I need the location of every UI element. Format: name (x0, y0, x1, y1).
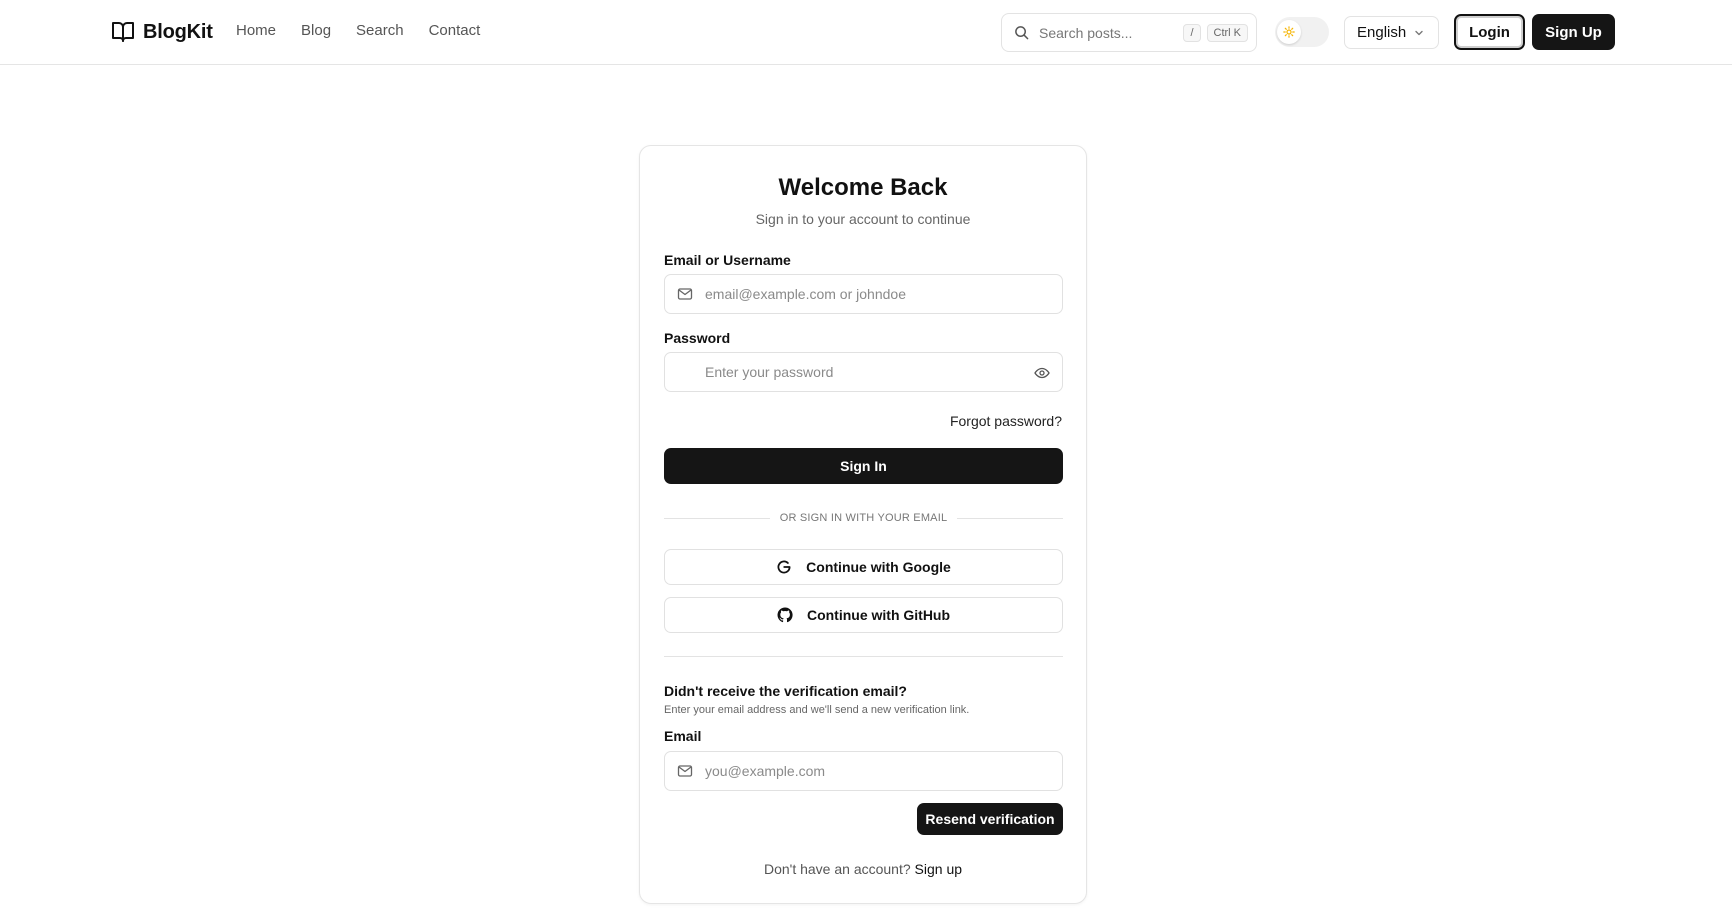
mail-icon (677, 286, 693, 302)
kbd-slash: / (1183, 23, 1201, 42)
github-icon (777, 607, 793, 623)
language-select[interactable]: English (1344, 16, 1439, 49)
github-button[interactable]: Continue with GitHub (664, 597, 1063, 633)
resend-description: Enter your email address and we'll send … (664, 704, 970, 716)
password-field[interactable]: Enter your password (664, 352, 1063, 392)
divider-text: OR SIGN IN WITH YOUR EMAIL (779, 512, 948, 524)
section-divider (664, 656, 1063, 657)
divider-line-left (664, 517, 770, 519)
logo-text: BlogKit (143, 20, 213, 43)
language-value: English (1357, 24, 1407, 41)
google-icon (776, 559, 792, 575)
nav-blog[interactable]: Blog (301, 22, 331, 39)
top-navbar: BlogKit Home Blog Search Contact Search … (0, 0, 1732, 65)
page-subtitle: Sign in to your account to continue (755, 211, 971, 227)
nav-contact[interactable]: Contact (429, 22, 481, 39)
resend-email-placeholder: you@example.com (705, 763, 826, 779)
resend-title: Didn't receive the verification email? (664, 683, 907, 699)
forgot-password-link[interactable]: Forgot password? (950, 413, 1062, 429)
book-open-icon (111, 21, 135, 43)
login-card: Welcome Back Sign in to your account to … (639, 145, 1087, 904)
toggle-knob (1277, 20, 1301, 44)
resend-verification-button[interactable]: Resend verification (917, 803, 1063, 835)
sun-icon (1283, 26, 1295, 38)
signup-link[interactable]: Sign up (915, 861, 962, 877)
email-username-field[interactable]: email@example.com or johndoe (664, 274, 1063, 314)
password-label: Password (664, 330, 731, 346)
or-divider: OR SIGN IN WITH YOUR EMAIL (664, 510, 1064, 526)
login-button[interactable]: Login (1454, 14, 1525, 50)
resend-email-label: Email (664, 728, 702, 744)
page-title: Welcome Back (778, 174, 948, 201)
password-placeholder: Enter your password (705, 364, 834, 380)
chevron-down-icon (1414, 28, 1424, 38)
kbd-shortcut: Ctrl K (1206, 23, 1248, 42)
email-username-placeholder: email@example.com or johndoe (705, 286, 906, 302)
signup-prompt-text: Don't have an account? (763, 861, 911, 877)
eye-icon[interactable] (1034, 365, 1050, 381)
mail-icon (677, 763, 693, 779)
nav-search[interactable]: Search (356, 22, 404, 39)
theme-toggle[interactable] (1275, 17, 1329, 47)
search-placeholder: Search posts... (1039, 24, 1133, 41)
signup-button[interactable]: Sign Up (1532, 14, 1615, 50)
logo[interactable]: BlogKit (111, 19, 213, 45)
google-button-label: Continue with Google (806, 559, 951, 575)
search-input[interactable]: Search posts... / Ctrl K (1001, 13, 1257, 52)
github-button-label: Continue with GitHub (806, 607, 951, 623)
sign-in-button[interactable]: Sign In (664, 448, 1063, 484)
main-nav: Home Blog Search Contact (236, 22, 480, 39)
google-button[interactable]: Continue with Google (664, 549, 1063, 585)
resend-email-field[interactable]: you@example.com (664, 751, 1063, 791)
signup-prompt: Don't have an account? Sign up (640, 861, 1086, 877)
divider-line-right (957, 517, 1064, 519)
search-icon (1014, 25, 1029, 40)
nav-home[interactable]: Home (236, 22, 276, 39)
email-username-label: Email or Username (664, 252, 791, 268)
